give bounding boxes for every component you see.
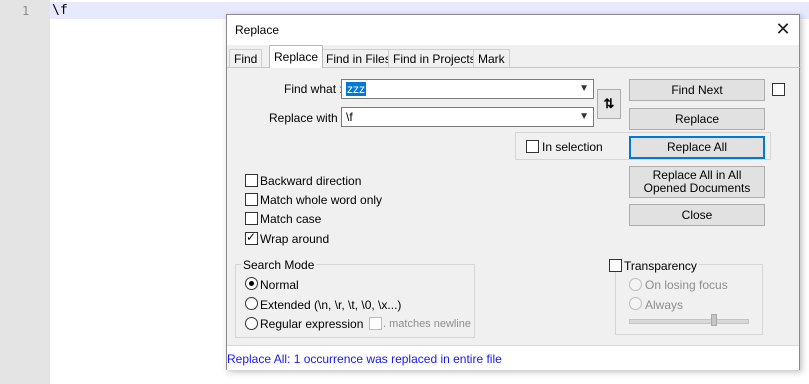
dialog-titlebar[interactable]: Replace ✕ [227,15,799,45]
match-case-checkbox[interactable] [245,212,258,225]
swap-find-replace-button[interactable]: ⇅ [597,89,621,119]
find-next-option-checkbox[interactable] [772,83,785,96]
backward-direction-label: Backward direction [260,174,362,188]
chevron-down-icon[interactable]: ▼ [579,111,589,122]
replace-with-label: Replace with : [269,111,345,125]
status-bar: Replace All: 1 occurrence was replaced i… [227,345,799,370]
in-selection-label: In selection [542,140,603,154]
always-radio[interactable] [629,297,642,310]
tab-bar: Find Replace Find in Files Find in Proje… [227,45,799,68]
tab-find[interactable]: Find [229,49,263,67]
find-what-input[interactable]: zzz ▼ [341,79,594,99]
find-what-label: Find what : [284,82,343,96]
on-losing-focus-radio[interactable] [629,278,642,291]
tab-find-in-projects[interactable]: Find in Projects [388,49,481,67]
search-mode-extended-label: Extended (\n, \r, \t, \0, \x...) [260,298,402,312]
matches-newline-checkbox[interactable] [369,317,382,330]
search-mode-extended-radio[interactable] [245,297,258,310]
wrap-around-label: Wrap around [260,232,330,246]
transparency-checkbox[interactable] [609,259,622,272]
editor-line-text[interactable]: \f [52,3,68,18]
replace-all-opened-button[interactable]: Replace All in All Opened Documents [629,166,765,198]
find-next-button[interactable]: Find Next [629,79,765,101]
status-message: Replace All: 1 occurrence was replaced i… [227,352,502,366]
always-label: Always [645,298,684,312]
line-number-gutter: 1 [0,0,50,384]
close-button[interactable]: Close [629,204,765,226]
in-selection-checkbox[interactable] [526,140,539,153]
search-mode-title: Search Mode [241,258,317,272]
tab-find-in-files[interactable]: Find in Files [321,49,396,67]
dialog-title: Replace [235,23,280,37]
find-what-value: zzz [346,82,366,96]
replace-with-input[interactable]: \f ▼ [341,107,594,127]
backward-direction-checkbox[interactable] [245,174,258,187]
matches-newline-label: . matches newline [383,318,472,330]
on-losing-focus-label: On losing focus [645,278,728,292]
transparency-slider-track[interactable] [629,319,749,324]
replace-all-button[interactable]: Replace All [629,136,765,159]
match-whole-word-label: Match whole word only [260,193,383,207]
tab-mark[interactable]: Mark [473,49,510,67]
transparency-slider-thumb[interactable] [711,314,717,326]
line-number: 1 [22,4,30,18]
tab-replace[interactable]: Replace [269,45,324,68]
search-mode-regex-radio[interactable] [245,317,258,330]
replace-with-value: \f [346,110,353,124]
search-mode-normal-label: Normal [260,278,299,292]
replace-button[interactable]: Replace [629,108,765,130]
transparency-label: Transparency [622,259,699,273]
match-whole-word-checkbox[interactable] [245,193,258,206]
replace-dialog: Replace ✕ Find Replace Find in Files Fin… [226,14,801,370]
search-mode-regex-label: Regular expression [260,317,364,331]
chevron-down-icon[interactable]: ▼ [579,83,589,94]
close-icon[interactable]: ✕ [773,19,793,39]
wrap-around-checkbox[interactable] [245,230,258,245]
search-mode-normal-radio[interactable] [245,277,258,290]
swap-arrows-icon: ⇅ [603,96,615,111]
match-case-label: Match case [260,212,322,226]
